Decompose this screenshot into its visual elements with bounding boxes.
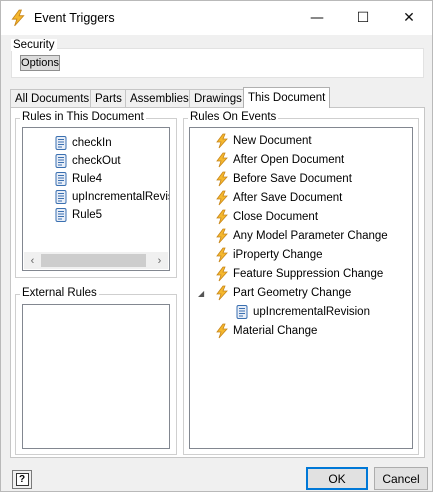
horizontal-scrollbar[interactable]: ‹ › [24,252,168,269]
rule-scroll-icon [236,305,248,319]
event-name: Material Change [233,325,318,337]
tab-drawings[interactable]: Drawings [189,89,247,107]
event-tree-item[interactable]: Part Geometry Change [214,284,351,302]
child-rule-name: upIncrementalRevision [253,306,370,318]
event-name: Close Document [233,211,319,223]
event-name: iProperty Change [233,249,323,261]
rule-list-item[interactable]: Rule4 [53,170,102,188]
lightning-icon [216,285,228,301]
rules-on-events-tree[interactable]: New Document After Open Document Before Sa… [189,127,413,449]
lightning-icon [216,152,228,168]
rule-list-item[interactable]: upIncrementalRevision [53,188,169,206]
tab-assemblies[interactable]: Assemblies [125,89,194,107]
event-tree-item[interactable]: iProperty Change [214,246,323,264]
ok-button[interactable]: OK [306,467,368,490]
tab-panel-this-document: Rules in This Document checkIn checkOut Ru… [10,107,425,458]
lightning-icon [11,9,25,27]
rule-scroll-icon [55,172,67,186]
rule-scroll-icon [55,154,67,168]
event-name: After Open Document [233,154,345,166]
lightning-icon [216,209,228,225]
lightning-icon [216,190,228,206]
help-button[interactable]: ? [12,470,32,489]
close-button[interactable]: ✕ [386,1,432,35]
external-rules-label: External Rules [20,287,99,299]
scroll-left-arrow[interactable]: ‹ [24,252,41,269]
rule-name: Rule4 [72,173,103,185]
scrollbar-thumb[interactable] [41,254,146,267]
event-name: Part Geometry Change [233,287,352,299]
rule-scroll-icon [55,208,67,222]
event-name: After Save Document [233,192,343,204]
tree-expand-toggle[interactable]: ◢ [198,289,204,298]
event-tree-item[interactable]: Material Change [214,322,317,340]
rule-name: checkIn [72,137,112,149]
rule-scroll-icon [55,190,67,204]
rule-list-item[interactable]: Rule5 [53,206,102,224]
event-tree-item[interactable]: Any Model Parameter Change [214,227,388,245]
event-tree-item[interactable]: After Open Document [214,151,344,169]
cancel-button[interactable]: Cancel [374,467,428,490]
options-button[interactable]: Options [20,55,60,71]
lightning-icon [216,171,228,187]
lightning-icon [216,133,228,149]
rules-in-document-list[interactable]: checkIn checkOut Rule4 upIncrementalRevisio… [22,127,170,271]
tab-this-document[interactable]: This Document [243,87,331,108]
rule-list-item[interactable]: checkOut [53,152,121,170]
maximize-button[interactable]: ☐ [340,1,386,35]
event-name: Any Model Parameter Change [233,230,388,242]
lightning-icon [216,266,228,282]
security-label: Security [11,39,57,51]
lightning-icon [216,247,228,263]
event-tree-item[interactable]: New Document [214,132,312,150]
security-group [11,48,424,78]
event-triggers-dialog: Event Triggers — ☐ ✕ Security Options Al… [0,0,433,492]
help-icon: ? [15,473,29,486]
event-tree-item[interactable]: After Save Document [214,189,342,207]
rule-name: Rule5 [72,209,103,221]
minimize-button[interactable]: — [294,1,340,35]
tab-parts[interactable]: Parts [90,89,127,107]
lightning-icon [216,228,228,244]
event-name: Feature Suppression Change [233,268,384,280]
rule-list-item[interactable]: checkIn [53,134,112,152]
rule-name: upIncrementalRevision [72,191,169,203]
event-tree-item[interactable]: Close Document [214,208,318,226]
event-tree-item[interactable]: Before Save Document [214,170,352,188]
scroll-right-arrow[interactable]: › [151,252,168,269]
event-name: New Document [233,135,312,147]
event-tree-item[interactable]: Feature Suppression Change [214,265,383,283]
external-rules-list[interactable] [22,304,170,449]
rules-in-document-label: Rules in This Document [20,111,146,123]
rules-on-events-label: Rules On Events [188,111,279,123]
rule-scroll-icon [55,136,67,150]
lightning-icon [216,323,228,339]
title-bar: Event Triggers — ☐ ✕ [1,1,432,35]
event-child-rule[interactable]: upIncrementalRevision [234,303,370,321]
tab-all-documents[interactable]: All Documents [10,89,95,107]
event-name: Before Save Document [233,173,352,185]
window-title: Event Triggers [34,11,115,25]
rule-name: checkOut [72,155,121,167]
